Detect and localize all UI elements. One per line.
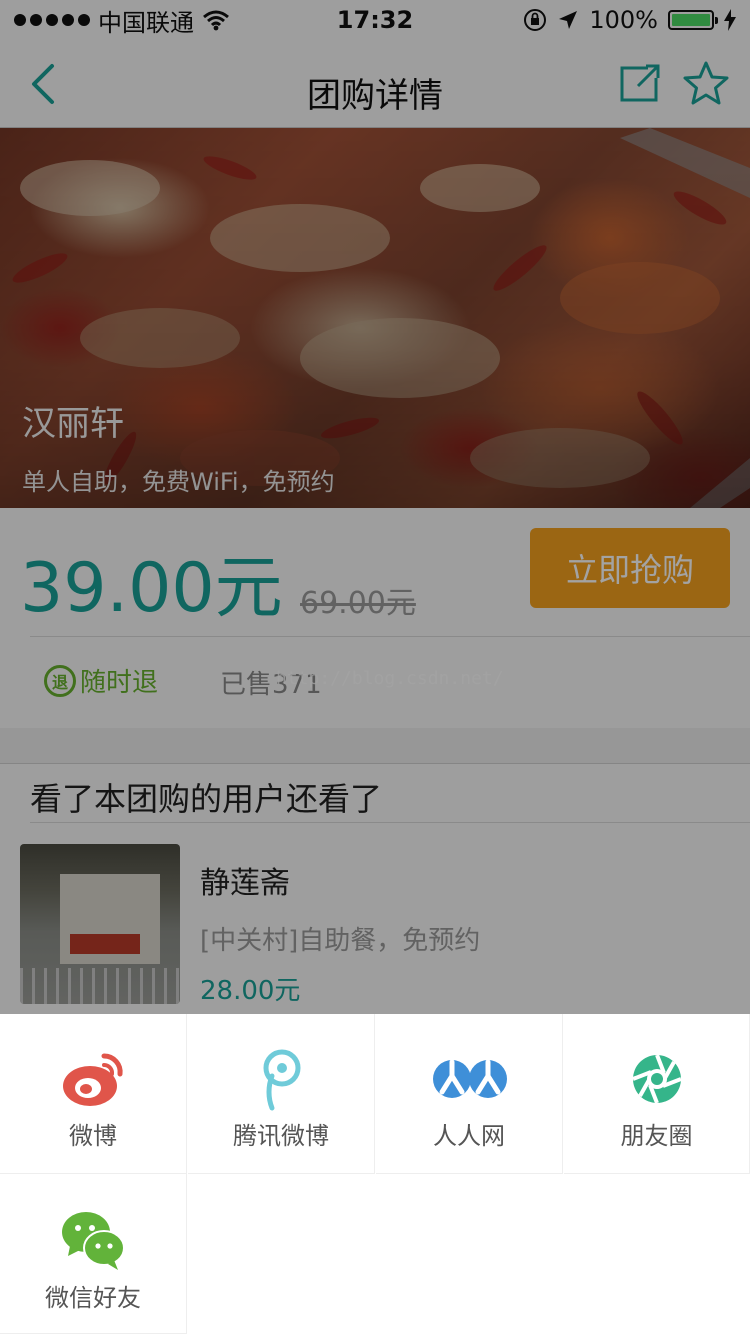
share-label: 腾讯微博	[233, 1122, 329, 1150]
share-label: 微博	[69, 1122, 117, 1150]
tencent-weibo-icon	[263, 1049, 301, 1111]
share-renren[interactable]: 人人网	[376, 1014, 563, 1174]
empty-cell	[188, 1174, 750, 1334]
share-tencent-weibo[interactable]: 腾讯微博	[188, 1014, 375, 1174]
share-moments[interactable]: 朋友圈	[564, 1014, 750, 1174]
renren-icon	[433, 1059, 507, 1098]
share-weibo[interactable]: 微博	[0, 1014, 187, 1174]
dim-overlay[interactable]	[0, 0, 750, 1014]
share-wechat-friend[interactable]: 微信好友	[0, 1174, 187, 1334]
moments-icon	[632, 1054, 682, 1104]
share-label: 人人网	[433, 1122, 505, 1150]
share-sheet: 微博 腾讯微博 人人网 朋友圈 微信好友	[0, 1014, 750, 1334]
share-label: 微信好友	[45, 1284, 141, 1312]
wechat-icon	[62, 1212, 125, 1270]
share-label: 朋友圈	[620, 1122, 693, 1150]
weibo-icon	[63, 1053, 123, 1106]
